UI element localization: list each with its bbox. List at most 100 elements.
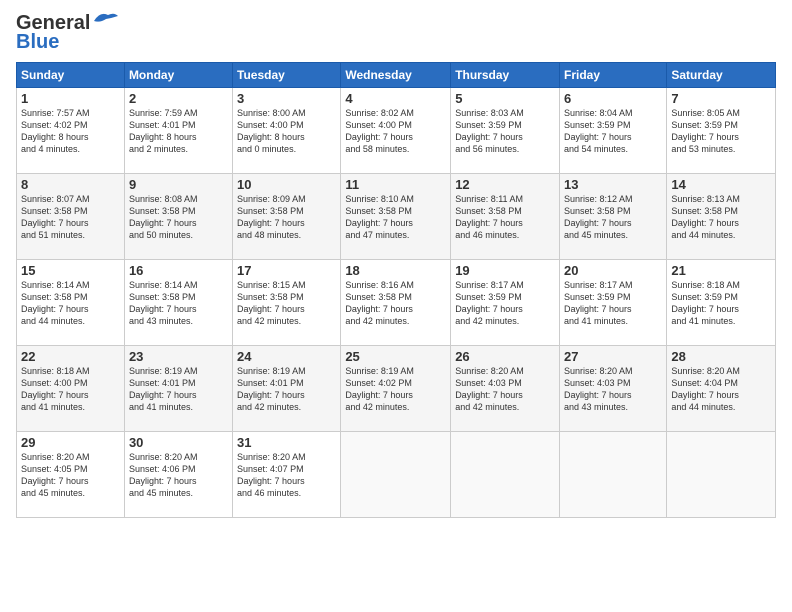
logo: General Blue: [16, 12, 120, 54]
day-number: 8: [21, 177, 120, 192]
calendar-cell: 18Sunrise: 8:16 AM Sunset: 3:58 PM Dayli…: [341, 260, 451, 346]
day-number: 15: [21, 263, 120, 278]
day-number: 25: [345, 349, 446, 364]
day-info: Sunrise: 8:15 AM Sunset: 3:58 PM Dayligh…: [237, 279, 336, 328]
day-number: 2: [129, 91, 228, 106]
calendar-cell: [451, 432, 560, 518]
calendar-cell: 3Sunrise: 8:00 AM Sunset: 4:00 PM Daylig…: [233, 88, 341, 174]
day-info: Sunrise: 8:04 AM Sunset: 3:59 PM Dayligh…: [564, 107, 662, 156]
days-header-row: SundayMondayTuesdayWednesdayThursdayFrid…: [17, 63, 776, 88]
calendar-cell: 9Sunrise: 8:08 AM Sunset: 3:58 PM Daylig…: [124, 174, 232, 260]
calendar-cell: 17Sunrise: 8:15 AM Sunset: 3:58 PM Dayli…: [233, 260, 341, 346]
day-number: 27: [564, 349, 662, 364]
day-info: Sunrise: 8:12 AM Sunset: 3:58 PM Dayligh…: [564, 193, 662, 242]
day-info: Sunrise: 8:08 AM Sunset: 3:58 PM Dayligh…: [129, 193, 228, 242]
day-info: Sunrise: 8:20 AM Sunset: 4:03 PM Dayligh…: [564, 365, 662, 414]
day-number: 20: [564, 263, 662, 278]
day-number: 5: [455, 91, 555, 106]
day-number: 18: [345, 263, 446, 278]
day-number: 28: [671, 349, 771, 364]
calendar-cell: 22Sunrise: 8:18 AM Sunset: 4:00 PM Dayli…: [17, 346, 125, 432]
calendar-cell: 5Sunrise: 8:03 AM Sunset: 3:59 PM Daylig…: [451, 88, 560, 174]
page: General Blue SundayMondayTuesdayWednesda…: [0, 0, 792, 612]
calendar-cell: 13Sunrise: 8:12 AM Sunset: 3:58 PM Dayli…: [560, 174, 667, 260]
day-info: Sunrise: 8:13 AM Sunset: 3:58 PM Dayligh…: [671, 193, 771, 242]
calendar-cell: 30Sunrise: 8:20 AM Sunset: 4:06 PM Dayli…: [124, 432, 232, 518]
day-number: 7: [671, 91, 771, 106]
day-header-saturday: Saturday: [667, 63, 776, 88]
day-number: 9: [129, 177, 228, 192]
calendar-cell: 31Sunrise: 8:20 AM Sunset: 4:07 PM Dayli…: [233, 432, 341, 518]
calendar-week-2: 8Sunrise: 8:07 AM Sunset: 3:58 PM Daylig…: [17, 174, 776, 260]
day-info: Sunrise: 8:17 AM Sunset: 3:59 PM Dayligh…: [455, 279, 555, 328]
day-number: 4: [345, 91, 446, 106]
calendar-week-4: 22Sunrise: 8:18 AM Sunset: 4:00 PM Dayli…: [17, 346, 776, 432]
day-info: Sunrise: 8:20 AM Sunset: 4:04 PM Dayligh…: [671, 365, 771, 414]
day-number: 13: [564, 177, 662, 192]
day-header-friday: Friday: [560, 63, 667, 88]
day-number: 3: [237, 91, 336, 106]
calendar-cell: 20Sunrise: 8:17 AM Sunset: 3:59 PM Dayli…: [560, 260, 667, 346]
calendar-cell: 26Sunrise: 8:20 AM Sunset: 4:03 PM Dayli…: [451, 346, 560, 432]
day-info: Sunrise: 8:19 AM Sunset: 4:02 PM Dayligh…: [345, 365, 446, 414]
calendar-cell: 16Sunrise: 8:14 AM Sunset: 3:58 PM Dayli…: [124, 260, 232, 346]
day-info: Sunrise: 8:07 AM Sunset: 3:58 PM Dayligh…: [21, 193, 120, 242]
day-number: 1: [21, 91, 120, 106]
day-info: Sunrise: 8:14 AM Sunset: 3:58 PM Dayligh…: [129, 279, 228, 328]
day-info: Sunrise: 8:14 AM Sunset: 3:58 PM Dayligh…: [21, 279, 120, 328]
day-info: Sunrise: 8:09 AM Sunset: 3:58 PM Dayligh…: [237, 193, 336, 242]
calendar-cell: 6Sunrise: 8:04 AM Sunset: 3:59 PM Daylig…: [560, 88, 667, 174]
calendar-body: 1Sunrise: 7:57 AM Sunset: 4:02 PM Daylig…: [17, 88, 776, 518]
day-number: 14: [671, 177, 771, 192]
calendar-cell: 19Sunrise: 8:17 AM Sunset: 3:59 PM Dayli…: [451, 260, 560, 346]
day-header-tuesday: Tuesday: [233, 63, 341, 88]
day-number: 31: [237, 435, 336, 450]
calendar-cell: 1Sunrise: 7:57 AM Sunset: 4:02 PM Daylig…: [17, 88, 125, 174]
logo-bird-icon: [92, 11, 120, 31]
calendar-cell: 23Sunrise: 8:19 AM Sunset: 4:01 PM Dayli…: [124, 346, 232, 432]
day-info: Sunrise: 7:59 AM Sunset: 4:01 PM Dayligh…: [129, 107, 228, 156]
day-info: Sunrise: 8:20 AM Sunset: 4:05 PM Dayligh…: [21, 451, 120, 500]
header: General Blue: [16, 12, 776, 54]
day-number: 30: [129, 435, 228, 450]
day-info: Sunrise: 8:10 AM Sunset: 3:58 PM Dayligh…: [345, 193, 446, 242]
calendar-cell: 14Sunrise: 8:13 AM Sunset: 3:58 PM Dayli…: [667, 174, 776, 260]
day-info: Sunrise: 8:18 AM Sunset: 4:00 PM Dayligh…: [21, 365, 120, 414]
day-info: Sunrise: 7:57 AM Sunset: 4:02 PM Dayligh…: [21, 107, 120, 156]
calendar-cell: 24Sunrise: 8:19 AM Sunset: 4:01 PM Dayli…: [233, 346, 341, 432]
day-number: 16: [129, 263, 228, 278]
calendar-week-1: 1Sunrise: 7:57 AM Sunset: 4:02 PM Daylig…: [17, 88, 776, 174]
calendar-cell: 29Sunrise: 8:20 AM Sunset: 4:05 PM Dayli…: [17, 432, 125, 518]
calendar-cell: 27Sunrise: 8:20 AM Sunset: 4:03 PM Dayli…: [560, 346, 667, 432]
calendar-cell: [667, 432, 776, 518]
day-header-sunday: Sunday: [17, 63, 125, 88]
day-number: 19: [455, 263, 555, 278]
day-header-monday: Monday: [124, 63, 232, 88]
day-number: 10: [237, 177, 336, 192]
day-number: 22: [21, 349, 120, 364]
calendar-cell: 10Sunrise: 8:09 AM Sunset: 3:58 PM Dayli…: [233, 174, 341, 260]
day-header-thursday: Thursday: [451, 63, 560, 88]
calendar-cell: 12Sunrise: 8:11 AM Sunset: 3:58 PM Dayli…: [451, 174, 560, 260]
calendar-table: SundayMondayTuesdayWednesdayThursdayFrid…: [16, 62, 776, 518]
calendar-cell: 25Sunrise: 8:19 AM Sunset: 4:02 PM Dayli…: [341, 346, 451, 432]
calendar-cell: 4Sunrise: 8:02 AM Sunset: 4:00 PM Daylig…: [341, 88, 451, 174]
day-number: 24: [237, 349, 336, 364]
day-info: Sunrise: 8:18 AM Sunset: 3:59 PM Dayligh…: [671, 279, 771, 328]
day-number: 11: [345, 177, 446, 192]
day-number: 12: [455, 177, 555, 192]
day-info: Sunrise: 8:03 AM Sunset: 3:59 PM Dayligh…: [455, 107, 555, 156]
day-info: Sunrise: 8:16 AM Sunset: 3:58 PM Dayligh…: [345, 279, 446, 328]
day-number: 17: [237, 263, 336, 278]
day-info: Sunrise: 8:20 AM Sunset: 4:03 PM Dayligh…: [455, 365, 555, 414]
day-header-wednesday: Wednesday: [341, 63, 451, 88]
calendar-cell: 8Sunrise: 8:07 AM Sunset: 3:58 PM Daylig…: [17, 174, 125, 260]
logo-block: General Blue: [16, 12, 120, 54]
day-number: 23: [129, 349, 228, 364]
calendar-cell: 15Sunrise: 8:14 AM Sunset: 3:58 PM Dayli…: [17, 260, 125, 346]
day-info: Sunrise: 8:11 AM Sunset: 3:58 PM Dayligh…: [455, 193, 555, 242]
calendar-header: SundayMondayTuesdayWednesdayThursdayFrid…: [17, 63, 776, 88]
day-number: 21: [671, 263, 771, 278]
day-number: 29: [21, 435, 120, 450]
day-info: Sunrise: 8:19 AM Sunset: 4:01 PM Dayligh…: [237, 365, 336, 414]
